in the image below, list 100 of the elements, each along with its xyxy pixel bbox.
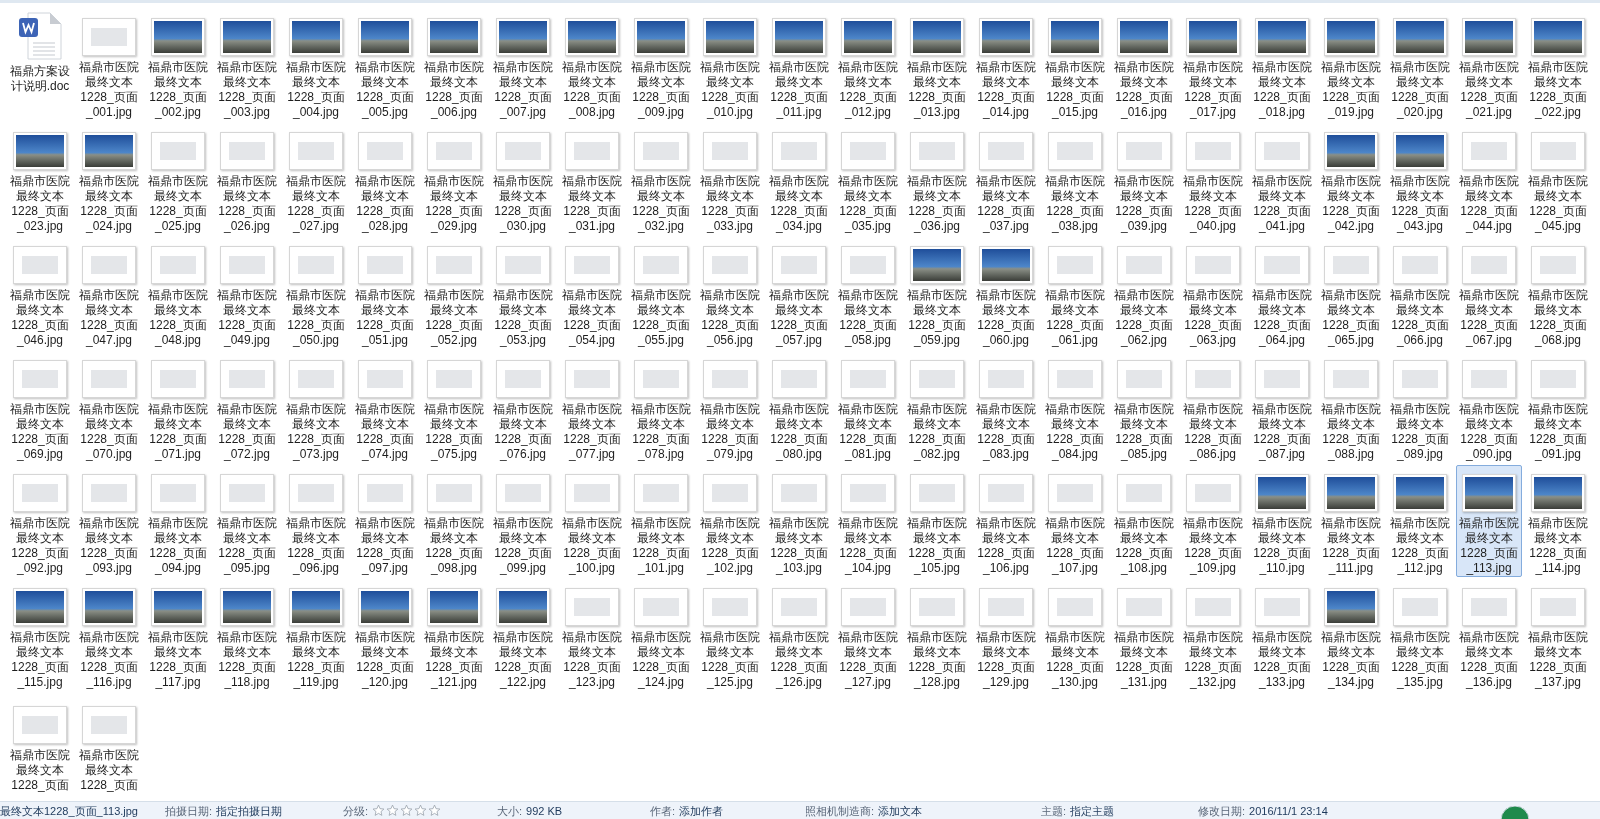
file-item[interactable]: 福鼎市医院 最终文本 1228_页面 _005.jpg <box>352 9 418 121</box>
file-item[interactable]: 福鼎市医院 最终文本 1228_页面 _055.jpg <box>628 237 694 349</box>
file-item[interactable]: 福鼎市医院 最终文本 1228_页面 _064.jpg <box>1249 237 1315 349</box>
file-item[interactable]: 福鼎市医院 最终文本 1228_页面 _129.jpg <box>973 579 1039 691</box>
file-item[interactable]: 福鼎市医院 最终文本 1228_页面 _134.jpg <box>1318 579 1384 691</box>
rating-stars[interactable] <box>372 804 442 817</box>
file-item[interactable]: 福鼎市医院 最终文本 1228_页面 _067.jpg <box>1456 237 1522 349</box>
file-item[interactable]: 福鼎市医院 最终文本 1228_页面 _065.jpg <box>1318 237 1384 349</box>
file-item[interactable]: 福鼎市医院 最终文本 1228_页面 _049.jpg <box>214 237 280 349</box>
file-item[interactable]: 福鼎市医院 最终文本 1228_页面 _015.jpg <box>1042 9 1108 121</box>
file-item[interactable]: 福鼎市医院 最终文本 1228_页面 _079.jpg <box>697 351 763 463</box>
file-item[interactable]: 福鼎市医院 最终文本 1228_页面 _119.jpg <box>283 579 349 691</box>
file-item[interactable]: 福鼎市医院 最终文本 1228_页面 _102.jpg <box>697 465 763 577</box>
file-item[interactable]: 福鼎市医院 最终文本 1228_页面 _069.jpg <box>7 351 73 463</box>
file-item[interactable]: 福鼎市医院 最终文本 1228_页面 _137.jpg <box>1525 579 1591 691</box>
file-item[interactable]: 福鼎市医院 最终文本 1228_页面 _095.jpg <box>214 465 280 577</box>
file-item[interactable]: 福鼎市医院 最终文本 1228_页面 _002.jpg <box>145 9 211 121</box>
file-item[interactable]: 福鼎市医院 最终文本 1228_页面 _118.jpg <box>214 579 280 691</box>
file-item[interactable]: 福鼎市医院 最终文本 1228_页面 _060.jpg <box>973 237 1039 349</box>
file-item[interactable]: 福鼎市医院 最终文本 1228_页面 _068.jpg <box>1525 237 1591 349</box>
file-item[interactable]: 福鼎市医院 最终文本 1228_页面 _087.jpg <box>1249 351 1315 463</box>
file-item[interactable]: 福鼎市医院 最终文本 1228_页面 _017.jpg <box>1180 9 1246 121</box>
file-item[interactable]: 福鼎市医院 最终文本 1228_页面 _053.jpg <box>490 237 556 349</box>
file-item[interactable]: 福鼎市医院 最终文本 1228_页面 _026.jpg <box>214 123 280 235</box>
file-item[interactable]: 福鼎市医院 最终文本 1228_页面 _080.jpg <box>766 351 832 463</box>
file-item[interactable]: 福鼎市医院 最终文本 1228_页面 _042.jpg <box>1318 123 1384 235</box>
file-item[interactable]: 福鼎市医院 最终文本 1228_页面 _113.jpg <box>1456 465 1522 577</box>
file-item[interactable]: 福鼎市医院 最终文本 1228_页面 _123.jpg <box>559 579 625 691</box>
file-item[interactable]: 福鼎市医院 最终文本 1228_页面 _004.jpg <box>283 9 349 121</box>
file-item[interactable]: 福鼎市医院 最终文本 1228_页面 _037.jpg <box>973 123 1039 235</box>
file-item[interactable]: 福鼎市医院 最终文本 1228_页面 _107.jpg <box>1042 465 1108 577</box>
file-item[interactable]: 福鼎市医院 最终文本 1228_页面 _013.jpg <box>904 9 970 121</box>
file-item[interactable]: 福鼎市医院 最终文本 1228_页面 _117.jpg <box>145 579 211 691</box>
file-item[interactable]: 福鼎市医院 最终文本 1228_页面 _025.jpg <box>145 123 211 235</box>
file-item[interactable]: 福鼎市医院 最终文本 1228_页面 _073.jpg <box>283 351 349 463</box>
file-item[interactable]: 福鼎市医院 最终文本 1228_页面 _024.jpg <box>76 123 142 235</box>
file-item[interactable]: 福鼎市医院 最终文本 1228_页面 _077.jpg <box>559 351 625 463</box>
file-item[interactable]: 福鼎市医院 最终文本 1228_页面 _106.jpg <box>973 465 1039 577</box>
file-item[interactable]: 福鼎市医院 最终文本 1228_页面 _045.jpg <box>1525 123 1591 235</box>
file-item[interactable]: 福鼎市医院 最终文本 1228_页面 _028.jpg <box>352 123 418 235</box>
file-item[interactable]: 福鼎市医院 最终文本 1228_页面 _008.jpg <box>559 9 625 121</box>
file-item[interactable]: 福鼎市医院 最终文本 1228_页面 _029.jpg <box>421 123 487 235</box>
file-item[interactable]: 福鼎市医院 最终文本 1228_页面 _083.jpg <box>973 351 1039 463</box>
file-item[interactable]: 福鼎市医院 最终文本 1228_页面 _006.jpg <box>421 9 487 121</box>
file-item[interactable]: 福鼎市医院 最终文本 1228_页面 _099.jpg <box>490 465 556 577</box>
file-item[interactable]: 福鼎市医院 最终文本 1228_页面 _111.jpg <box>1318 465 1384 577</box>
file-item[interactable]: 福鼎市医院 最终文本 1228_页面 _031.jpg <box>559 123 625 235</box>
file-item[interactable]: 福鼎市医院 最终文本 1228_页面 _048.jpg <box>145 237 211 349</box>
file-item[interactable]: 福鼎市医院 最终文本 1228_页面 _074.jpg <box>352 351 418 463</box>
file-item[interactable]: 福鼎市医院 最终文本 1228_页面 _126.jpg <box>766 579 832 691</box>
file-item[interactable]: 福鼎市医院 最终文本 1228_页面 _096.jpg <box>283 465 349 577</box>
file-item[interactable]: 福鼎市医院 最终文本 1228_页面 _103.jpg <box>766 465 832 577</box>
file-item[interactable]: 福鼎市医院 最终文本 1228_页面 _016.jpg <box>1111 9 1177 121</box>
file-item[interactable]: 福鼎市医院 最终文本 1228_页面 _020.jpg <box>1387 9 1453 121</box>
file-item[interactable]: 福鼎市医院 最终文本 1228_页面 _003.jpg <box>214 9 280 121</box>
file-item[interactable]: 福鼎市医院 最终文本 1228_页面 _115.jpg <box>7 579 73 691</box>
file-item[interactable]: 福鼎市医院 最终文本 1228_页面 <box>76 693 142 801</box>
file-item[interactable]: 福鼎市医院 最终文本 1228_页面 _059.jpg <box>904 237 970 349</box>
file-item[interactable]: 福鼎市医院 最终文本 1228_页面 _041.jpg <box>1249 123 1315 235</box>
file-item[interactable]: 福鼎市医院 最终文本 1228_页面 <box>7 693 73 801</box>
file-item[interactable]: 福鼎市医院 最终文本 1228_页面 _030.jpg <box>490 123 556 235</box>
file-item[interactable]: 福鼎市医院 最终文本 1228_页面 _090.jpg <box>1456 351 1522 463</box>
file-item[interactable]: 福鼎市医院 最终文本 1228_页面 _128.jpg <box>904 579 970 691</box>
file-item[interactable]: 福鼎市医院 最终文本 1228_页面 _085.jpg <box>1111 351 1177 463</box>
file-item[interactable]: 福鼎市医院 最终文本 1228_页面 _133.jpg <box>1249 579 1315 691</box>
file-item[interactable]: 福鼎市医院 最终文本 1228_页面 _022.jpg <box>1525 9 1591 121</box>
file-item[interactable]: 福鼎市医院 最终文本 1228_页面 _066.jpg <box>1387 237 1453 349</box>
file-item[interactable]: 福鼎市医院 最终文本 1228_页面 _116.jpg <box>76 579 142 691</box>
file-item[interactable]: 福鼎市医院 最终文本 1228_页面 _040.jpg <box>1180 123 1246 235</box>
file-item[interactable]: 福鼎市医院 最终文本 1228_页面 _125.jpg <box>697 579 763 691</box>
file-item[interactable]: 福鼎市医院 最终文本 1228_页面 _010.jpg <box>697 9 763 121</box>
file-item[interactable]: 福鼎市医院 最终文本 1228_页面 _082.jpg <box>904 351 970 463</box>
file-item[interactable]: 福鼎市医院 最终文本 1228_页面 _001.jpg <box>76 9 142 121</box>
file-item[interactable]: 福鼎市医院 最终文本 1228_页面 _050.jpg <box>283 237 349 349</box>
file-item[interactable]: 福鼎市医院 最终文本 1228_页面 _058.jpg <box>835 237 901 349</box>
file-item[interactable]: 福鼎市医院 最终文本 1228_页面 _093.jpg <box>76 465 142 577</box>
file-item[interactable]: 福鼎市医院 最终文本 1228_页面 _062.jpg <box>1111 237 1177 349</box>
file-item[interactable]: 福鼎市医院 最终文本 1228_页面 _018.jpg <box>1249 9 1315 121</box>
file-item[interactable]: 福鼎市医院 最终文本 1228_页面 _089.jpg <box>1387 351 1453 463</box>
file-item[interactable]: 福鼎市医院 最终文本 1228_页面 _127.jpg <box>835 579 901 691</box>
file-item[interactable]: 福鼎市医院 最终文本 1228_页面 _056.jpg <box>697 237 763 349</box>
file-item[interactable]: 福鼎市医院 最终文本 1228_页面 _094.jpg <box>145 465 211 577</box>
file-item[interactable]: 福鼎市医院 最终文本 1228_页面 _043.jpg <box>1387 123 1453 235</box>
file-item[interactable]: 福鼎市医院 最终文本 1228_页面 _114.jpg <box>1525 465 1591 577</box>
file-item[interactable]: 福鼎市医院 最终文本 1228_页面 _039.jpg <box>1111 123 1177 235</box>
file-item[interactable]: 福鼎市医院 最终文本 1228_页面 _032.jpg <box>628 123 694 235</box>
file-item[interactable]: 福鼎市医院 最终文本 1228_页面 _063.jpg <box>1180 237 1246 349</box>
file-item[interactable]: 福鼎市医院 最终文本 1228_页面 _101.jpg <box>628 465 694 577</box>
file-item[interactable]: 福鼎市医院 最终文本 1228_页面 _135.jpg <box>1387 579 1453 691</box>
file-item[interactable]: 福鼎市医院 最终文本 1228_页面 _112.jpg <box>1387 465 1453 577</box>
file-item[interactable]: 福鼎市医院 最终文本 1228_页面 _104.jpg <box>835 465 901 577</box>
file-item[interactable]: 福鼎市医院 最终文本 1228_页面 _038.jpg <box>1042 123 1108 235</box>
file-item[interactable]: 福鼎市医院 最终文本 1228_页面 _076.jpg <box>490 351 556 463</box>
file-item[interactable]: 福鼎市医院 最终文本 1228_页面 _035.jpg <box>835 123 901 235</box>
file-item[interactable]: 福鼎市医院 最终文本 1228_页面 _047.jpg <box>76 237 142 349</box>
file-item[interactable]: 福鼎市医院 最终文本 1228_页面 _124.jpg <box>628 579 694 691</box>
file-item[interactable]: 福鼎市医院 最终文本 1228_页面 _091.jpg <box>1525 351 1591 463</box>
file-item[interactable]: 福鼎市医院 最终文本 1228_页面 _051.jpg <box>352 237 418 349</box>
file-item[interactable]: 福鼎市医院 最终文本 1228_页面 _012.jpg <box>835 9 901 121</box>
file-item[interactable]: 福鼎市医院 最终文本 1228_页面 _052.jpg <box>421 237 487 349</box>
